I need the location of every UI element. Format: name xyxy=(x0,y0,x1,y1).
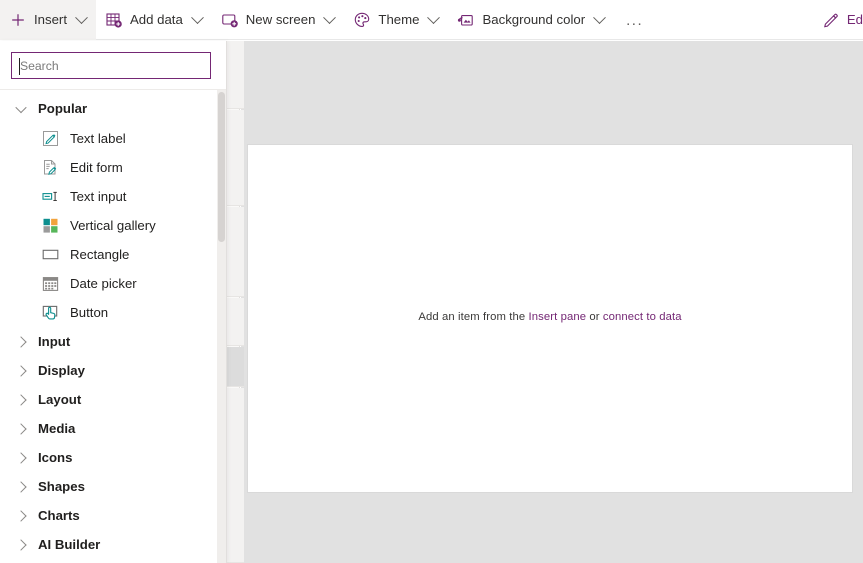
chevron-right-icon xyxy=(15,364,27,377)
date-picker-icon xyxy=(42,277,59,291)
button-icon xyxy=(42,305,58,320)
background-color-icon xyxy=(458,15,474,26)
section-header-popular[interactable]: Popular xyxy=(0,93,226,124)
insert-group-shapes[interactable]: Shapes xyxy=(0,472,226,501)
insert-group-mixed-reality[interactable]: Mixed Reality xyxy=(0,559,226,563)
command-overflow-button[interactable]: ... xyxy=(614,0,655,40)
insert-group-label: AI Builder xyxy=(38,536,101,552)
insert-group-label: Display xyxy=(38,362,85,378)
search-container xyxy=(0,41,226,90)
vertical-gallery-icon xyxy=(43,218,58,233)
command-add-data-label: Add data xyxy=(129,12,183,28)
insert-item-text-input[interactable]: Text input xyxy=(0,182,226,211)
text-caret xyxy=(19,58,20,75)
insert-group-display[interactable]: Display xyxy=(0,356,226,385)
insert-item-label: Vertical gallery xyxy=(70,217,156,233)
command-edit[interactable]: Ed xyxy=(814,0,863,40)
canvas-hint-middle: or xyxy=(586,311,603,323)
section-header-popular-label: Popular xyxy=(38,100,88,116)
text-input-icon xyxy=(42,191,57,201)
insert-item-label: Text input xyxy=(70,188,127,204)
insert-flyout-panel: Popular Text label xyxy=(0,41,227,563)
canvas-hint-prefix: Add an item from the xyxy=(418,311,529,323)
insert-group-icons[interactable]: Icons xyxy=(0,443,226,472)
chevron-down-icon xyxy=(593,10,606,24)
insert-item-text-label[interactable]: Text label xyxy=(0,124,226,153)
insert-group-input[interactable]: Input xyxy=(0,327,226,356)
chevron-right-icon xyxy=(15,538,27,551)
insert-group-charts[interactable]: Charts xyxy=(0,501,226,530)
text-label-icon xyxy=(43,131,58,146)
chevron-right-icon xyxy=(15,451,27,464)
powerapps-studio: Insert Add data New screen Theme Backgro… xyxy=(0,0,863,563)
insert-item-vertical-gallery[interactable]: Vertical gallery xyxy=(0,211,226,240)
insert-group-label: Input xyxy=(38,333,71,349)
command-add-data[interactable]: Add data xyxy=(96,0,212,40)
insert-item-date-picker[interactable]: Date picker xyxy=(0,269,226,298)
insert-group-media[interactable]: Media xyxy=(0,414,226,443)
new-screen-icon xyxy=(222,14,238,28)
command-edit-label: Ed xyxy=(846,12,863,28)
command-insert-label: Insert xyxy=(34,12,67,28)
command-background-color[interactable]: Background color xyxy=(448,0,614,40)
chevron-down-icon xyxy=(75,10,88,24)
panel-scrollbar-thumb[interactable] xyxy=(218,92,225,242)
insert-item-label: Date picker xyxy=(70,275,137,291)
edit-form-icon xyxy=(44,160,57,175)
panel-scrollbar-track[interactable] xyxy=(217,90,226,563)
chevron-right-icon xyxy=(15,422,27,435)
chevron-right-icon xyxy=(15,335,27,348)
chevron-down-icon xyxy=(323,10,337,24)
insert-items-list[interactable]: Popular Text label Edit form Text input … xyxy=(0,90,226,563)
insert-group-label: Layout xyxy=(38,391,82,407)
app-screen-canvas[interactable]: Add an item from the Insert pane or conn… xyxy=(248,145,852,492)
command-insert[interactable]: Insert xyxy=(0,0,96,40)
search-input[interactable] xyxy=(12,53,210,78)
chevron-down-icon xyxy=(427,10,441,24)
canvas-area[interactable]: Add an item from the Insert pane or conn… xyxy=(241,41,863,563)
command-bar: Insert Add data New screen Theme Backgro… xyxy=(0,0,863,40)
command-new-screen[interactable]: New screen xyxy=(212,0,345,40)
insert-group-ai-builder[interactable]: AI Builder xyxy=(0,530,226,559)
insert-group-label: Icons xyxy=(38,449,73,465)
insert-item-button[interactable]: Button xyxy=(0,298,226,327)
insert-group-label: Charts xyxy=(38,507,80,523)
connect-to-data-link[interactable]: connect to data xyxy=(603,311,682,323)
insert-group-layout[interactable]: Layout xyxy=(0,385,226,414)
command-theme[interactable]: Theme xyxy=(344,0,448,40)
canvas-empty-hint: Add an item from the Insert pane or conn… xyxy=(248,311,852,323)
insert-item-rectangle[interactable]: Rectangle xyxy=(0,240,226,269)
add-data-table-icon xyxy=(106,13,122,28)
rectangle-icon xyxy=(42,249,59,260)
insert-group-label: Media xyxy=(38,420,76,436)
insert-item-label: Edit form xyxy=(70,159,123,175)
plus-icon xyxy=(12,14,24,26)
insert-pane-link[interactable]: Insert pane xyxy=(528,311,586,323)
edit-pencil-icon xyxy=(823,13,838,28)
command-bar-spacer xyxy=(655,0,814,39)
chevron-right-icon xyxy=(15,393,27,406)
chevron-down-icon xyxy=(190,10,204,24)
search-box[interactable] xyxy=(11,52,211,79)
insert-item-label: Text label xyxy=(70,130,126,146)
chevron-right-icon xyxy=(15,509,27,522)
chevron-down-icon xyxy=(15,101,27,113)
command-new-screen-label: New screen xyxy=(245,12,316,28)
command-background-color-label: Background color xyxy=(482,12,586,28)
command-theme-label: Theme xyxy=(378,12,420,28)
insert-group-label: Shapes xyxy=(38,478,85,494)
insert-item-label: Rectangle xyxy=(70,246,130,262)
insert-item-edit-form[interactable]: Edit form xyxy=(0,153,226,182)
theme-palette-icon xyxy=(355,12,370,27)
insert-item-label: Button xyxy=(70,304,109,320)
chevron-right-icon xyxy=(15,480,27,493)
